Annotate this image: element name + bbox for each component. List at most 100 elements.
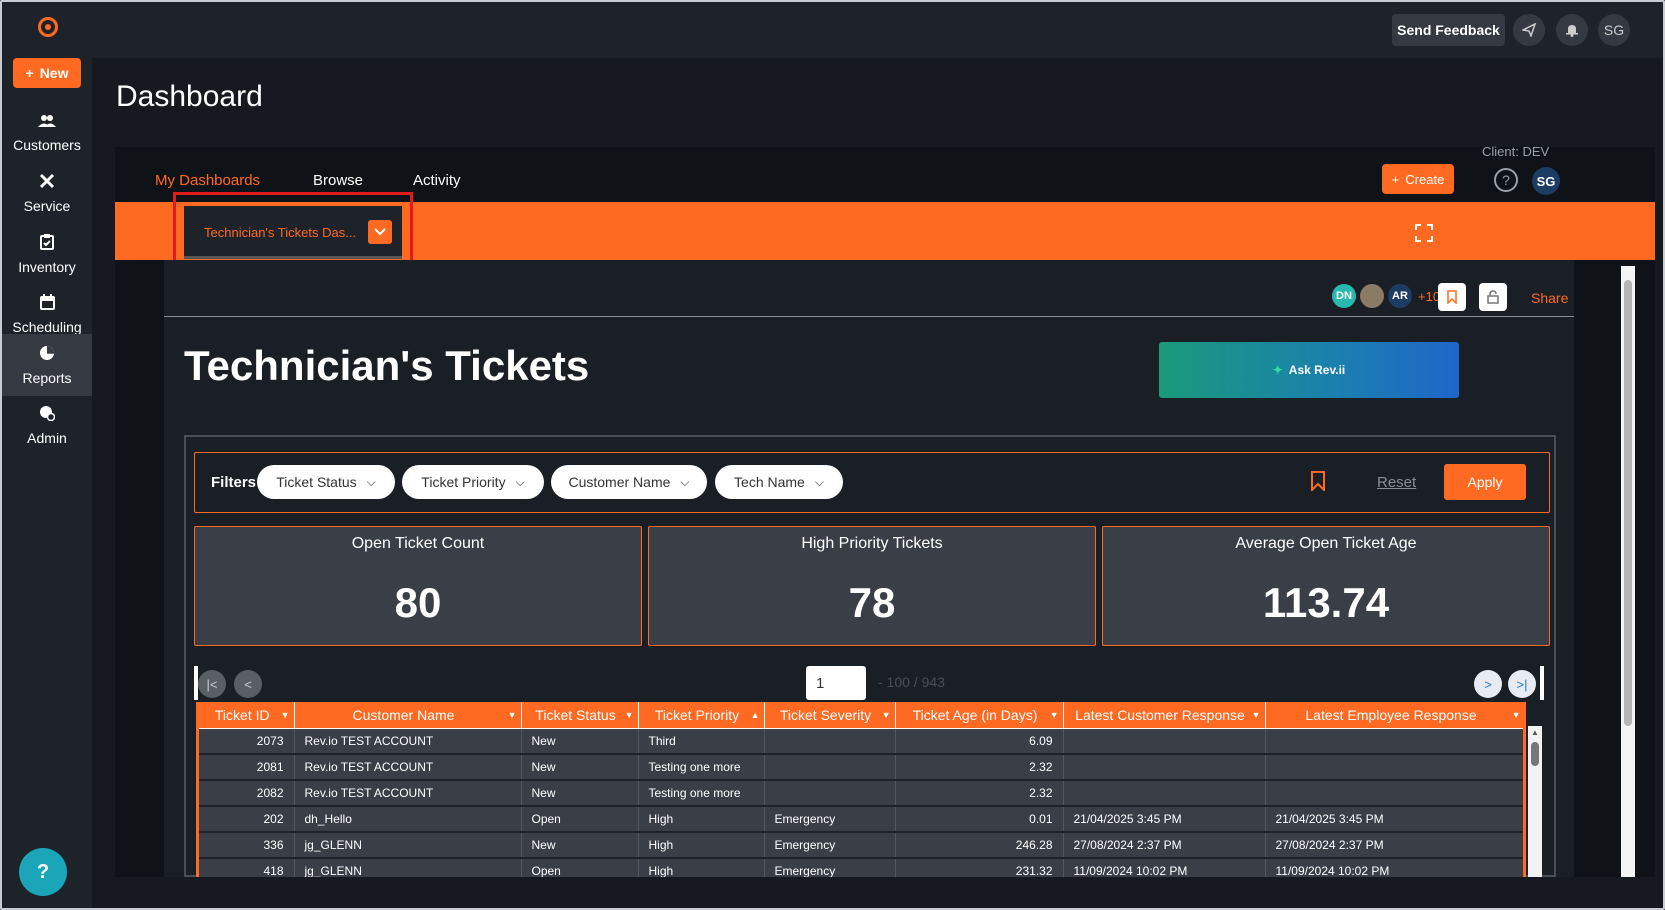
tab-my-dashboards[interactable]: My Dashboards [155,172,260,189]
sidebar-item-reports[interactable]: Reports [2,334,92,396]
reset-link[interactable]: Reset [1377,474,1416,491]
cell-customer-name: jg_GLENN [294,858,522,877]
user-initials: SG [1603,22,1625,38]
column-header[interactable]: Ticket Age (in Days) ▼ [895,702,1064,729]
dashboard-user-avatar[interactable]: SG [1532,167,1560,195]
prev-page-icon[interactable]: < [234,670,262,698]
cell-ticket-id: 202 [199,806,295,833]
new-button-label: New [39,65,69,81]
sort-down-icon[interactable]: ▼ [508,710,517,720]
viewer-avatar[interactable]: DN [1332,284,1356,308]
question-icon[interactable]: ? [1494,168,1518,192]
divider [164,316,1574,317]
table-row[interactable]: 336 jg_GLENN New High Emergency 246.28 2… [199,832,1523,859]
client-label: Client: DEV [1482,144,1550,159]
table-row[interactable]: 2081 Rev.io TEST ACCOUNT New Testing one… [199,754,1523,781]
column-header-label: Ticket Age (in Days) [912,706,1038,723]
tab-browse[interactable]: Browse [313,172,363,189]
help-bubble-button[interactable]: ? [19,848,67,896]
bookmark-icon[interactable] [1438,283,1466,311]
cell-employee-response: 21/04/2025 3:45 PM [1265,806,1523,833]
cell-ticket-severity [764,754,896,781]
table-row[interactable]: 2082 Rev.io TEST ACCOUNT New Testing one… [199,780,1523,807]
send-icon[interactable] [1513,14,1545,46]
viewer-avatar[interactable]: AR [1388,284,1412,308]
sort-down-icon[interactable]: ▼ [625,710,634,720]
chevron-down-icon: ⌵ [680,474,690,489]
table-row[interactable]: 202 dh_Hello Open High Emergency 0.01 21… [199,806,1523,833]
kpi-card: Average Open Ticket Age 113.74 [1102,526,1550,646]
admin-gear-icon [39,405,56,426]
cell-customer-response [1063,754,1266,781]
filters-label: Filters [211,474,257,491]
table-pager: |< < 1 - 100 / 943 > >| [194,662,1548,700]
column-header[interactable]: Latest Customer Response ▼ [1063,702,1266,729]
app-logo-icon[interactable] [38,17,58,37]
scroll-up-icon[interactable]: ▲ [1531,728,1539,737]
cell-employee-response [1265,754,1523,781]
pager-edge [1540,666,1544,700]
sidebar-item-label: Inventory [18,258,76,275]
column-header[interactable]: Ticket Priority ▲ [638,702,765,729]
new-button[interactable]: + New [13,58,81,88]
page-number-input[interactable]: 1 [806,666,866,700]
report-title: Technician's Tickets [184,342,590,389]
create-button[interactable]: + Create [1382,164,1454,194]
cell-customer-name: dh_Hello [294,806,522,833]
next-page-icon[interactable]: > [1474,670,1502,698]
table-scroll-thumb[interactable] [1531,742,1539,766]
cell-ticket-status: New [521,780,639,807]
sidebar-item-customers[interactable]: Customers [2,102,92,164]
first-page-icon[interactable]: |< [198,670,226,698]
ask-revii-label: Ask Rev.ii [1288,363,1346,377]
more-viewers-count[interactable]: +10 [1418,289,1440,304]
viewer-photo-avatar[interactable] [1360,284,1384,308]
fullscreen-icon[interactable] [1415,224,1433,242]
last-page-icon[interactable]: >| [1508,670,1536,698]
cell-customer-response: 27/08/2024 2:37 PM [1063,832,1266,859]
user-avatar[interactable]: SG [1598,14,1630,46]
create-button-label: Create [1405,171,1445,187]
chevron-down-icon: ⌵ [814,474,824,489]
cell-ticket-age: 246.28 [895,832,1064,859]
filter-tech-name[interactable]: Tech Name ⌵ [715,465,843,499]
column-header[interactable]: Ticket ID ▼ [199,702,295,729]
column-header-label: Ticket ID [214,706,270,723]
sort-down-icon[interactable]: ▼ [1252,710,1261,720]
filter-label: Customer Name [568,474,671,490]
sort-down-icon[interactable]: ▼ [1050,710,1059,720]
sort-down-icon[interactable]: ▼ [1512,710,1521,720]
sidebar-item-inventory[interactable]: Inventory [2,223,92,285]
sidebar-item-service[interactable]: Service [2,162,92,224]
unlock-icon[interactable] [1479,283,1507,311]
column-header[interactable]: Ticket Severity ▼ [764,702,896,729]
report-scrollbar[interactable] [1621,266,1635,877]
ask-revii-button[interactable]: ✦ Ask Rev.ii [1159,342,1459,398]
bookmark-filter-icon[interactable] [1311,471,1325,497]
apply-button[interactable]: Apply [1444,464,1526,500]
column-header-label: Latest Customer Response [1075,706,1245,723]
cell-ticket-id: 336 [199,832,295,859]
report-scroll-thumb[interactable] [1624,280,1632,726]
send-feedback-button[interactable]: Send Feedback [1392,14,1505,46]
share-link[interactable]: Share [1531,290,1568,306]
table-scrollbar[interactable]: ▲ [1528,726,1542,877]
filter-label: Tech Name [734,474,805,490]
column-header[interactable]: Customer Name ▼ [294,702,522,729]
tab-activity[interactable]: Activity [413,172,461,189]
sort-down-icon[interactable]: ▼ [882,710,891,720]
filter-ticket-priority[interactable]: Ticket Priority ⌵ [402,465,544,499]
column-header[interactable]: Ticket Status ▼ [521,702,639,729]
sort-up-icon[interactable]: ▲ [751,710,760,720]
cell-ticket-severity: Emergency [764,832,896,859]
table-row[interactable]: 2073 Rev.io TEST ACCOUNT New Third 6.09 [199,728,1523,755]
cell-ticket-priority: Testing one more [638,780,765,807]
sidebar-item-admin[interactable]: Admin [2,394,92,456]
calendar-icon [39,293,55,315]
column-header[interactable]: Latest Employee Response ▼ [1265,702,1523,729]
sort-down-icon[interactable]: ▼ [281,710,290,720]
table-row[interactable]: 418 jg_GLENN Open High Emergency 231.32 … [199,858,1523,877]
filter-ticket-status[interactable]: Ticket Status ⌵ [257,465,395,499]
filter-customer-name[interactable]: Customer Name ⌵ [551,465,707,499]
bell-icon[interactable] [1556,14,1588,46]
